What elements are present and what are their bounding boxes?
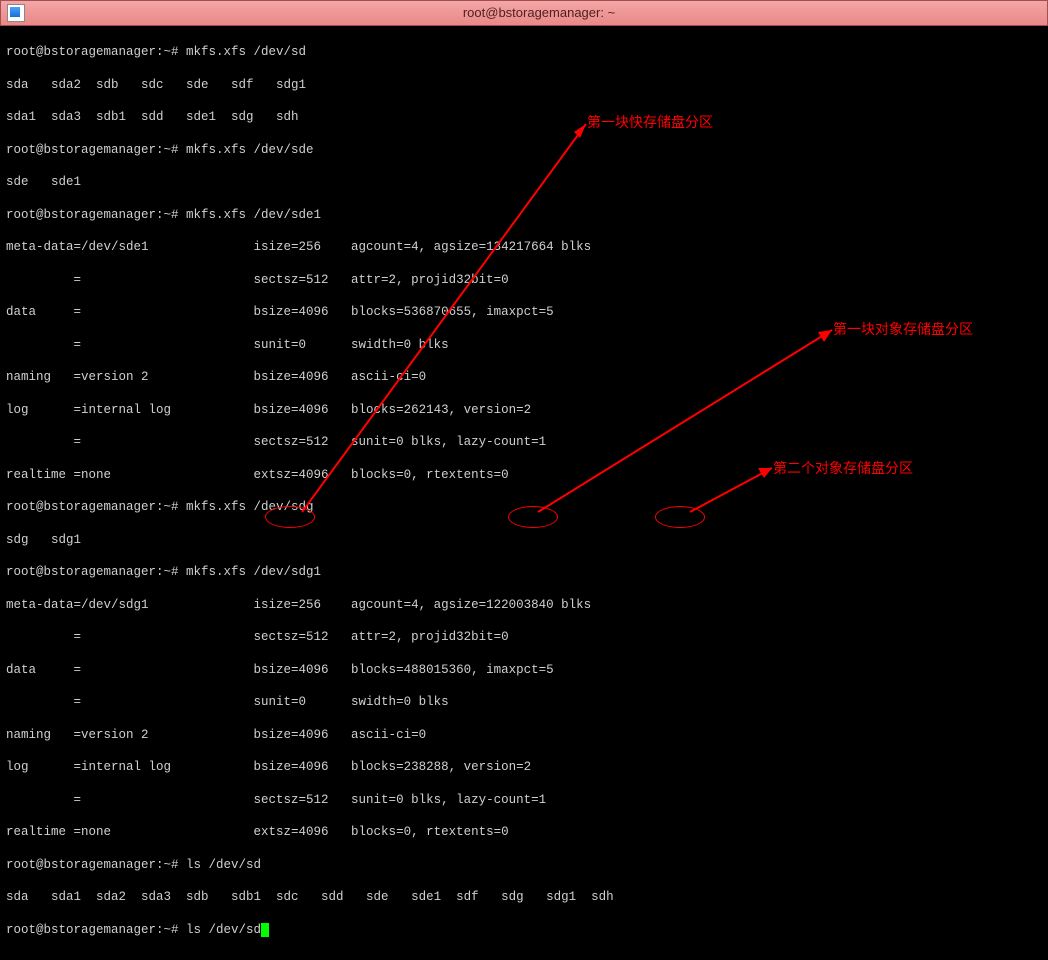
term-line: = sectsz=512 sunit=0 blks, lazy-count=1 (6, 434, 1042, 450)
term-line: naming =version 2 bsize=4096 ascii-ci=0 (6, 369, 1042, 385)
annotation-object-partition-2: 第二个对象存储盘分区 (773, 459, 913, 477)
cursor (261, 923, 269, 937)
term-line: sde sde1 (6, 174, 1042, 190)
term-line: realtime =none extsz=4096 blocks=0, rtex… (6, 824, 1042, 840)
term-line: = sunit=0 swidth=0 blks (6, 694, 1042, 710)
term-line: log =internal log bsize=4096 blocks=2382… (6, 759, 1042, 775)
term-line: root@bstoragemanager:~# mkfs.xfs /dev/sd… (6, 499, 1042, 515)
term-line: sdg sdg1 (6, 532, 1042, 548)
window-titlebar: root@bstoragemanager: ~ (0, 0, 1048, 26)
annotation-cache-partition: 第一块快存储盘分区 (587, 113, 713, 131)
term-line: meta-data=/dev/sde1 isize=256 agcount=4,… (6, 239, 1042, 255)
annotation-object-partition-1: 第一块对象存储盘分区 (833, 320, 973, 338)
term-line: root@bstoragemanager:~# mkfs.xfs /dev/sd… (6, 142, 1042, 158)
term-line: root@bstoragemanager:~# mkfs.xfs /dev/sd… (6, 207, 1042, 223)
term-line: sda1 sda3 sdb1 sdd sde1 sdg sdh (6, 109, 1042, 125)
term-line: naming =version 2 bsize=4096 ascii-ci=0 (6, 727, 1042, 743)
term-line: = sectsz=512 sunit=0 blks, lazy-count=1 (6, 792, 1042, 808)
term-line: root@bstoragemanager:~# ls /dev/sd (6, 922, 1042, 938)
term-line: sda sda1 sda2 sda3 sdb sdb1 sdc sdd sde … (6, 889, 1042, 905)
term-line: = sectsz=512 attr=2, projid32bit=0 (6, 629, 1042, 645)
term-line: log =internal log bsize=4096 blocks=2621… (6, 402, 1042, 418)
term-line: data = bsize=4096 blocks=536870655, imax… (6, 304, 1042, 320)
term-line: data = bsize=4096 blocks=488015360, imax… (6, 662, 1042, 678)
term-line: = sectsz=512 attr=2, projid32bit=0 (6, 272, 1042, 288)
term-line: root@bstoragemanager:~# mkfs.xfs /dev/sd (6, 44, 1042, 60)
window-title: root@bstoragemanager: ~ (31, 5, 1047, 22)
app-icon (7, 4, 25, 22)
terminal-output[interactable]: root@bstoragemanager:~# mkfs.xfs /dev/sd… (0, 26, 1048, 960)
term-line: meta-data=/dev/sdg1 isize=256 agcount=4,… (6, 597, 1042, 613)
term-line: = sunit=0 swidth=0 blks (6, 337, 1042, 353)
term-line: root@bstoragemanager:~# ls /dev/sd (6, 857, 1042, 873)
term-line: sda sda2 sdb sdc sde sdf sdg1 (6, 77, 1042, 93)
